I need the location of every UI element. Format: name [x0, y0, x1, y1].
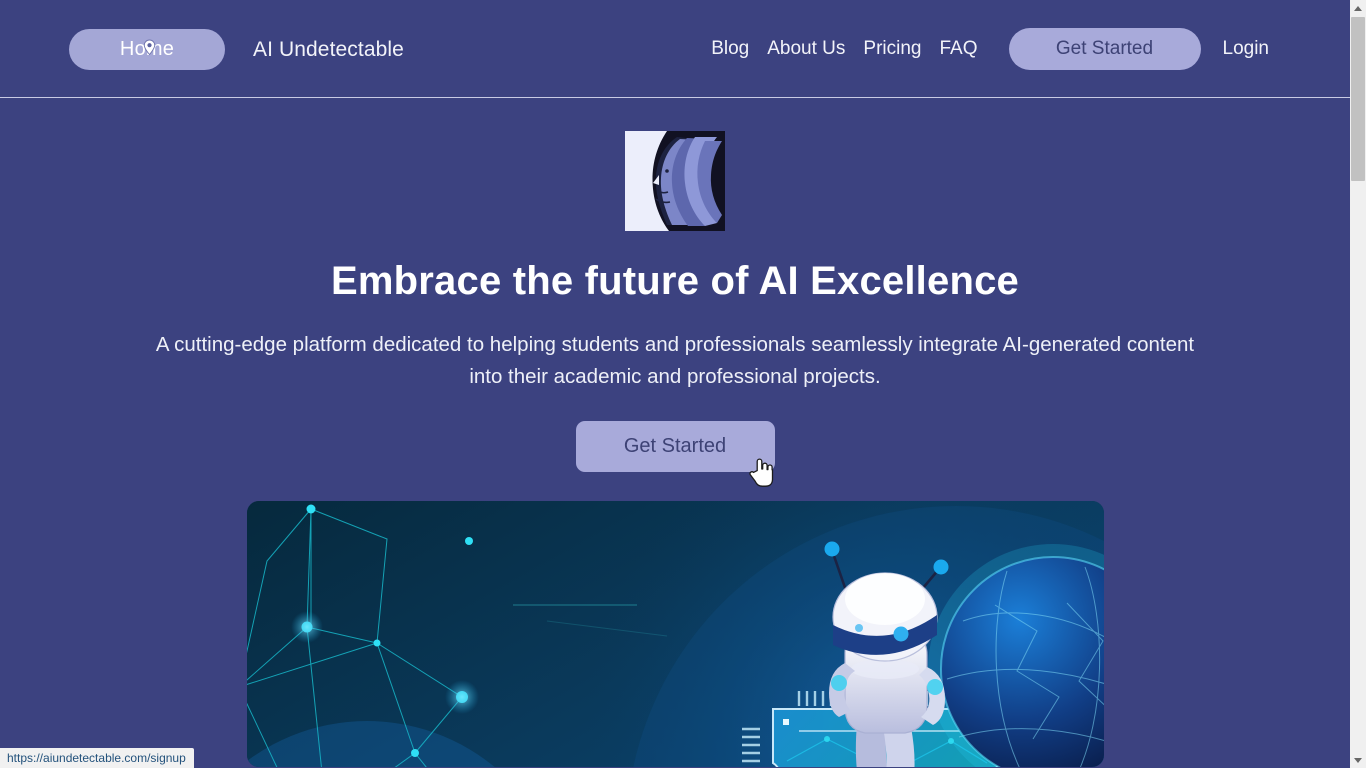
- chevron-up-icon: [1354, 6, 1362, 11]
- nav-link-blog[interactable]: Blog: [702, 38, 758, 60]
- brand-logo-icon: [625, 131, 725, 231]
- web-page: Home AI Undetectable Blog About Us Prici…: [0, 0, 1350, 768]
- brand-name: AI Undetectable: [253, 38, 404, 61]
- scrollbar-down-button[interactable]: [1350, 752, 1366, 768]
- hero-illustration: AI UNDETECTABLE: [246, 501, 1104, 767]
- hero-get-started-button[interactable]: Get Started: [575, 421, 775, 472]
- primary-navigation: Blog About Us Pricing FAQ Get Started Lo…: [702, 0, 1278, 98]
- scrollbar-thumb[interactable]: [1351, 17, 1365, 181]
- nav-link-pricing[interactable]: Pricing: [854, 38, 930, 60]
- scrollbar-up-button[interactable]: [1350, 0, 1366, 16]
- home-button[interactable]: Home: [69, 29, 225, 70]
- vertical-scrollbar[interactable]: [1350, 0, 1366, 768]
- header-get-started-button[interactable]: Get Started: [1008, 28, 1201, 70]
- nav-link-about-us[interactable]: About Us: [758, 38, 854, 60]
- site-header: Home AI Undetectable Blog About Us Prici…: [0, 0, 1350, 98]
- hero-illustration-graphic: AI UNDETECTABLE: [246, 501, 1104, 767]
- status-bar-link-preview: https://aiundetectable.com/signup: [0, 748, 194, 768]
- home-button-label: Home: [119, 38, 175, 60]
- hero-cta-container: Get Started: [0, 421, 1350, 476]
- nav-link-login[interactable]: Login: [1214, 38, 1279, 60]
- chevron-down-icon: [1354, 758, 1362, 763]
- hero-section: Embrace the future of AI Excellence A cu…: [0, 98, 1350, 767]
- nav-link-faq[interactable]: FAQ: [930, 38, 986, 60]
- hero-subtitle: A cutting-edge platform dedicated to hel…: [155, 333, 1195, 388]
- browser-viewport: Home AI Undetectable Blog About Us Prici…: [0, 0, 1366, 768]
- hero-title: Embrace the future of AI Excellence: [331, 259, 1019, 303]
- status-bar-url: https://aiundetectable.com/signup: [7, 751, 186, 765]
